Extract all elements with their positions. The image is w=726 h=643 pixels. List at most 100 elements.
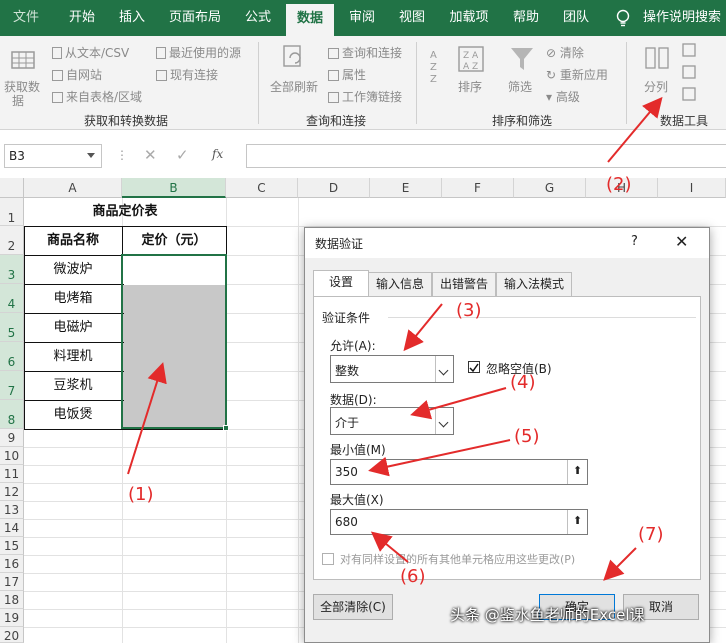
table-border — [24, 342, 124, 343]
tab-view[interactable]: 视图 — [390, 0, 434, 36]
reapply-icon: ↻ — [546, 68, 560, 82]
ignore-blank-checkbox[interactable] — [468, 361, 480, 373]
row-header[interactable]: 9 — [0, 429, 24, 447]
recent-sources-button[interactable]: 最近使用的源 — [156, 44, 241, 61]
allow-select[interactable]: 整数 — [330, 355, 454, 383]
tab-team[interactable]: 团队 — [554, 0, 598, 36]
svg-text:A Z: A Z — [463, 62, 478, 72]
tell-me-search[interactable]: 操作说明搜索 — [640, 0, 724, 36]
tab-ime-mode[interactable]: 输入法模式 — [496, 272, 572, 296]
row-header[interactable]: 19 — [0, 609, 24, 627]
checkmark-icon — [469, 363, 479, 373]
enter-icon[interactable]: ✓ — [176, 146, 189, 164]
workbook-links-button[interactable]: 工作簿链接 — [328, 88, 402, 105]
row-header[interactable]: 2 — [0, 226, 24, 255]
row-header[interactable]: 11 — [0, 465, 24, 483]
row-header[interactable]: 17 — [0, 573, 24, 591]
tab-data[interactable]: 数据 — [286, 4, 334, 36]
row-header[interactable]: 18 — [0, 591, 24, 609]
tab-error-alert[interactable]: 出错警告 — [432, 272, 496, 296]
row-header[interactable]: 5 — [0, 313, 24, 342]
row-header[interactable]: 10 — [0, 447, 24, 465]
row-header[interactable]: 4 — [0, 284, 24, 313]
fill-handle[interactable] — [223, 425, 229, 431]
row-header[interactable]: 20 — [0, 627, 24, 643]
properties-button[interactable]: 属性 — [328, 66, 366, 83]
annotation-label: (2) — [606, 174, 632, 195]
row-header[interactable]: 1 — [0, 198, 24, 226]
tab-insert[interactable]: 插入 — [110, 0, 154, 36]
more-options-icon: ⋮ — [116, 148, 128, 162]
min-value-input[interactable]: 350 ⬆ — [330, 459, 588, 485]
column-header[interactable]: E — [370, 178, 442, 198]
select-all-corner[interactable] — [0, 178, 24, 198]
tab-page-layout[interactable]: 页面布局 — [160, 0, 230, 36]
sort-button[interactable]: 排序 — [458, 78, 482, 95]
from-table-button[interactable]: 来自表格/区域 — [52, 88, 142, 105]
row-header[interactable]: 13 — [0, 501, 24, 519]
section-title: 验证条件 — [322, 311, 371, 325]
apply-all-label[interactable]: 对有同样设置的所有其他单元格应用这些更改(P) — [340, 551, 575, 567]
tab-settings[interactable]: 设置 — [313, 270, 369, 296]
column-header[interactable]: D — [298, 178, 370, 198]
row-header[interactable]: 8 — [0, 400, 24, 429]
max-value-input[interactable]: 680 ⬆ — [330, 509, 588, 535]
tab-file[interactable]: 文件 — [6, 0, 46, 36]
row-header[interactable]: 7 — [0, 371, 24, 400]
data-select[interactable]: 介于 — [330, 407, 454, 435]
svg-text:Z A: Z A — [463, 51, 479, 61]
row-header[interactable]: 15 — [0, 537, 24, 555]
row-header[interactable]: 3 — [0, 255, 24, 284]
name-box[interactable]: B3 — [4, 144, 102, 168]
column-header[interactable]: G — [514, 178, 586, 198]
chevron-down-icon[interactable] — [435, 356, 453, 382]
clear-all-button[interactable]: 全部清除(C) — [313, 594, 393, 620]
tab-review[interactable]: 审阅 — [340, 0, 384, 36]
advanced-filter-button[interactable]: ▾ 高级 — [546, 88, 580, 105]
close-icon[interactable]: ✕ — [675, 232, 688, 251]
tab-home[interactable]: 开始 — [58, 0, 106, 36]
range-picker-icon[interactable]: ⬆ — [567, 510, 587, 534]
cancel-icon[interactable]: ✕ — [144, 146, 157, 164]
selection-border[interactable] — [121, 254, 227, 429]
clear-filter-button[interactable]: ⊘ 清除 — [546, 44, 584, 61]
formula-input[interactable] — [246, 144, 726, 168]
annotation-label: (5) — [514, 426, 540, 447]
column-header[interactable]: A — [24, 178, 122, 198]
table-title[interactable]: 商品定价表 — [24, 198, 226, 226]
section-divider — [388, 317, 696, 318]
from-web-button[interactable]: 自网站 — [52, 66, 102, 83]
web-icon — [52, 70, 63, 81]
tab-formulas[interactable]: 公式 — [236, 0, 280, 36]
existing-connections-button[interactable]: 现有连接 — [156, 66, 218, 83]
get-data-button-line2[interactable]: 据 — [12, 92, 24, 109]
from-text-csv-button[interactable]: 从文本/CSV — [52, 44, 129, 61]
help-icon[interactable]: ? — [631, 234, 638, 249]
dialog-titlebar[interactable]: 数据验证 ? ✕ — [305, 228, 709, 258]
column-header[interactable]: F — [442, 178, 514, 198]
row-header[interactable]: 14 — [0, 519, 24, 537]
table-border — [24, 313, 124, 314]
queries-connections-button[interactable]: 查询和连接 — [328, 44, 402, 61]
reapply-button[interactable]: ↻ 重新应用 — [546, 66, 608, 83]
text-to-columns-button[interactable]: 分列 — [644, 78, 668, 95]
filter-button[interactable]: 筛选 — [508, 78, 532, 95]
group-label-get-transform: 获取和转换数据 — [84, 114, 169, 128]
row-header[interactable]: 16 — [0, 555, 24, 573]
tab-help[interactable]: 帮助 — [504, 0, 548, 36]
chevron-down-icon[interactable] — [435, 408, 453, 434]
refresh-all-button[interactable]: 全部刷新 — [270, 78, 318, 95]
range-picker-icon[interactable]: ⬆ — [567, 460, 587, 484]
column-header[interactable]: C — [226, 178, 298, 198]
apply-all-checkbox[interactable] — [322, 553, 334, 565]
row-header[interactable]: 6 — [0, 342, 24, 371]
tab-input-message[interactable]: 输入信息 — [368, 272, 432, 296]
tab-addins[interactable]: 加载项 — [440, 0, 498, 36]
chevron-down-icon[interactable] — [87, 153, 95, 158]
annotation-label: (1) — [128, 484, 154, 505]
row-header[interactable]: 12 — [0, 483, 24, 501]
insert-function-icon[interactable]: fx — [212, 147, 223, 161]
column-header[interactable]: I — [658, 178, 726, 198]
get-data-icon — [11, 51, 35, 69]
column-header[interactable]: B — [122, 178, 226, 198]
